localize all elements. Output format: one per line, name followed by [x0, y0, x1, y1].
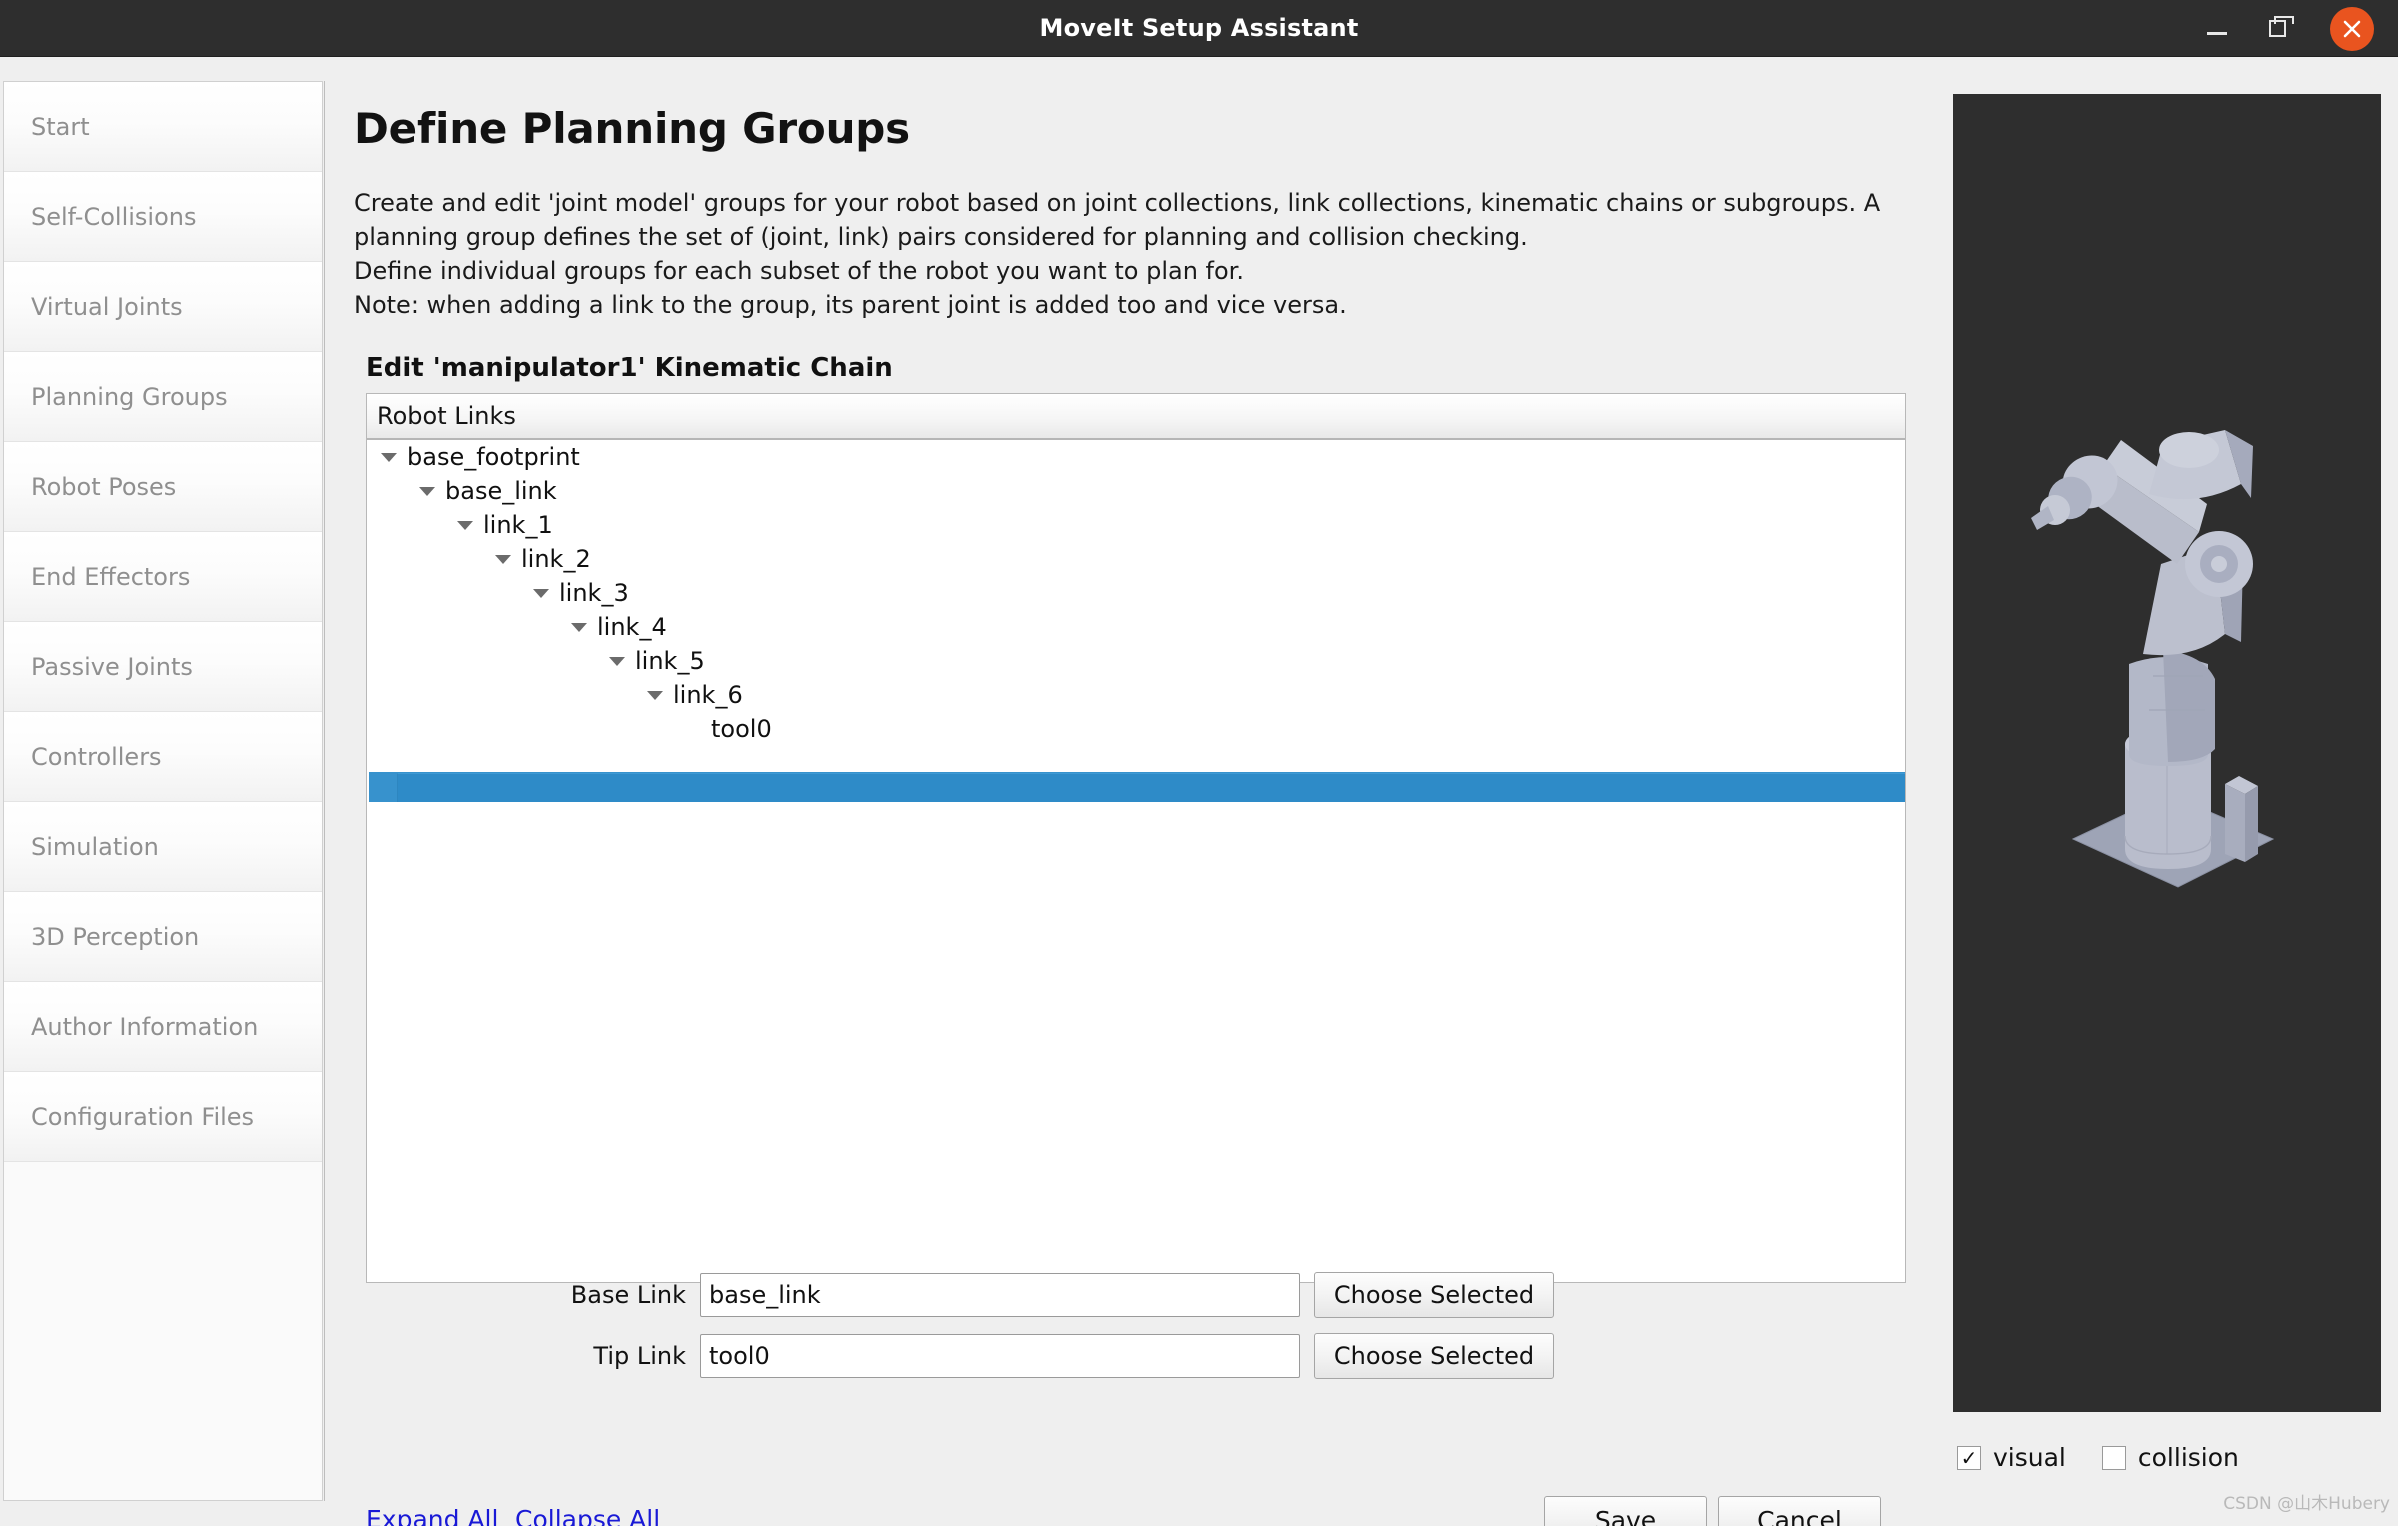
chevron-down-icon[interactable]	[457, 520, 473, 530]
chevron-down-icon[interactable]	[533, 588, 549, 598]
sidebar-item-label: Controllers	[31, 742, 162, 771]
tree-item-label: base_footprint	[407, 443, 580, 471]
tree-item-link-5[interactable]: link_5	[367, 644, 1905, 678]
sidebar-item-label: End Effectors	[31, 562, 191, 591]
sidebar-item-label: Self-Collisions	[31, 202, 197, 231]
sidebar-item-label: Virtual Joints	[31, 292, 183, 321]
base-link-input[interactable]	[700, 1273, 1300, 1317]
sidebar-item-self-collisions[interactable]: Self-Collisions	[4, 172, 322, 262]
sidebar-item-virtual-joints[interactable]: Virtual Joints	[4, 262, 322, 352]
chevron-down-icon[interactable]	[647, 690, 663, 700]
tree-column-header-label: Robot Links	[377, 402, 516, 430]
cancel-label-rest: ancel	[1774, 1505, 1842, 1526]
tree-item-link-2[interactable]: link_2	[367, 542, 1905, 576]
robot-links-tree-panel: Robot Links base_footprint base_link lin…	[366, 393, 1906, 1283]
sidebar-item-label: Passive Joints	[31, 652, 193, 681]
tree-body[interactable]: base_footprint base_link link_1 link_2 l…	[367, 440, 1905, 1282]
sidebar-item-passive-joints[interactable]: Passive Joints	[4, 622, 322, 712]
sidebar-splitter-handle[interactable]	[324, 81, 340, 1501]
chevron-down-icon[interactable]	[571, 622, 587, 632]
collision-checkbox[interactable]	[2101, 1445, 2126, 1470]
tip-link-choose-selected-button[interactable]: Choose Selected	[1314, 1333, 1554, 1379]
tree-item-base-link[interactable]: base_link	[367, 474, 1905, 508]
tree-item-label: link_3	[559, 579, 629, 607]
sidebar-item-label: Author Information	[31, 1012, 259, 1041]
viewport-display-options: ✓ visual collision	[1957, 1443, 2275, 1472]
tree-selected-row-label	[397, 773, 1905, 802]
tree-item-label: tool0	[711, 715, 772, 743]
visual-checkbox-wrapper[interactable]: ✓ visual	[1957, 1443, 2066, 1472]
cancel-mnemonic: C	[1757, 1505, 1775, 1526]
tree-item-label: link_5	[635, 647, 705, 675]
robot-3d-viewport-container	[1953, 94, 2381, 1412]
collision-checkbox-wrapper[interactable]: collision	[2101, 1443, 2239, 1472]
chevron-down-icon[interactable]	[495, 554, 511, 564]
tree-item-base-footprint[interactable]: base_footprint	[367, 440, 1905, 474]
viewport-splitter-handle[interactable]	[1925, 81, 1941, 1501]
robot-model-render	[2031, 430, 2275, 888]
chevron-down-icon[interactable]	[609, 656, 625, 666]
minimize-icon	[2207, 32, 2227, 35]
watermark-text: CSDN @山木Hubery	[2223, 1494, 2390, 1514]
tree-item-label: link_2	[521, 545, 591, 573]
tree-item-label: link_1	[483, 511, 553, 539]
sidebar-item-configuration-files[interactable]: Configuration Files	[4, 1072, 322, 1162]
save-button[interactable]: Save	[1544, 1496, 1707, 1526]
base-link-choose-selected-button[interactable]: Choose Selected	[1314, 1272, 1554, 1318]
tip-link-input[interactable]	[700, 1334, 1300, 1378]
close-button[interactable]	[2326, 0, 2378, 57]
edit-chain-heading: Edit 'manipulator1' Kinematic Chain	[366, 353, 893, 383]
sidebar-item-planning-groups[interactable]: Planning Groups	[4, 352, 322, 442]
sidebar-item-3d-perception[interactable]: 3D Perception	[4, 892, 322, 982]
page-title: Define Planning Groups	[354, 104, 910, 153]
sidebar-item-simulation[interactable]: Simulation	[4, 802, 322, 892]
tree-item-label: link_6	[673, 681, 743, 709]
sidebar-item-label: Robot Poses	[31, 472, 177, 501]
sidebar-item-label: Planning Groups	[31, 382, 228, 411]
save-mnemonic: S	[1594, 1505, 1611, 1526]
window-titlebar: MoveIt Setup Assistant	[0, 0, 2398, 57]
tree-item-label: link_4	[597, 613, 667, 641]
tree-item-link-1[interactable]: link_1	[367, 508, 1905, 542]
sidebar-item-label: 3D Perception	[31, 922, 200, 951]
tree-item-link-4[interactable]: link_4	[367, 610, 1905, 644]
sidebar-item-label: Start	[31, 112, 90, 141]
base-link-label: Base Link	[570, 1281, 686, 1309]
chevron-down-icon[interactable]	[419, 486, 435, 496]
sidebar-item-label: Simulation	[31, 832, 159, 861]
tree-selected-row[interactable]	[369, 772, 1905, 802]
tree-item-label: base_link	[445, 477, 557, 505]
page-description: Create and edit 'joint model' groups for…	[354, 189, 1881, 319]
sidebar-item-robot-poses[interactable]: Robot Poses	[4, 442, 322, 532]
collision-checkbox-label: collision	[2137, 1443, 2239, 1472]
robot-3d-viewport[interactable]	[1953, 94, 2381, 1412]
collapse-all-link[interactable]: Collapse All	[515, 1505, 660, 1526]
close-icon	[2330, 6, 2374, 51]
main-content-panel: Define Planning Groups Create and edit '…	[348, 81, 1923, 1526]
tree-item-tool0[interactable]: tool0	[367, 712, 1905, 746]
save-label-rest: ave	[1610, 1505, 1657, 1526]
expand-all-link[interactable]: Expand All	[366, 1505, 498, 1526]
tree-item-link-3[interactable]: link_3	[367, 576, 1905, 610]
sidebar-item-start[interactable]: Start	[4, 82, 322, 172]
tip-link-label: Tip Link	[593, 1342, 686, 1370]
navigation-sidebar: Start Self-Collisions Virtual Joints Pla…	[3, 81, 323, 1501]
tree-item-link-6[interactable]: link_6	[367, 678, 1905, 712]
tip-link-row: Tip Link Choose Selected	[548, 1333, 1554, 1379]
sidebar-item-author-information[interactable]: Author Information	[4, 982, 322, 1072]
sidebar-item-label: Configuration Files	[31, 1102, 255, 1131]
maximize-button[interactable]	[2246, 0, 2308, 57]
minimize-button[interactable]	[2186, 0, 2248, 57]
base-link-row: Base Link Choose Selected	[548, 1272, 1554, 1318]
tree-column-header[interactable]: Robot Links	[367, 394, 1905, 440]
maximize-icon	[2268, 16, 2294, 37]
visual-checkbox[interactable]: ✓	[1957, 1445, 1981, 1470]
visual-checkbox-label: visual	[1993, 1443, 2066, 1472]
chevron-down-icon[interactable]	[381, 452, 397, 462]
cancel-button[interactable]: Cancel	[1718, 1496, 1881, 1526]
sidebar-item-controllers[interactable]: Controllers	[4, 712, 322, 802]
window-title: MoveIt Setup Assistant	[1039, 14, 1359, 42]
sidebar-item-end-effectors[interactable]: End Effectors	[4, 532, 322, 622]
